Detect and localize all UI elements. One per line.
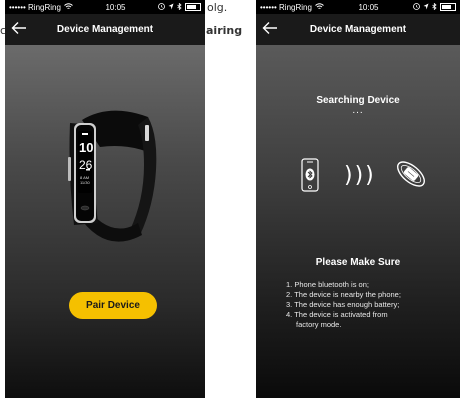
carrier-label: •••••• RingRing <box>9 2 61 12</box>
left-phone-screen: •••••• RingRing 10:05 Device Management <box>5 0 205 398</box>
alarm-icon <box>158 2 165 12</box>
nav-bar: Device Management <box>5 14 205 45</box>
status-bar: •••••• RingRing 10:05 <box>5 0 205 14</box>
wifi-icon <box>64 2 73 12</box>
page-title: Device Management <box>56 24 154 35</box>
page-title: Device Management <box>309 24 407 35</box>
searching-dots: ... <box>352 105 364 116</box>
clock-time: 10:05 <box>358 2 379 12</box>
location-icon <box>168 3 174 12</box>
bluetooth-status-icon <box>177 2 182 12</box>
pair-device-button[interactable]: Pair Device <box>69 292 157 319</box>
list-item: 4. The device is activated from <box>286 310 388 319</box>
list-item: 3. The device has enough battery; <box>286 300 400 309</box>
location-icon <box>423 3 429 12</box>
background-snippet-top: olg. <box>207 1 228 14</box>
carrier-label: •••••• RingRing <box>260 2 312 12</box>
wifi-icon <box>315 2 324 12</box>
battery-icon <box>185 3 201 11</box>
checklist: 1. Phone bluetooth is on; 2. The device … <box>286 280 401 330</box>
band-screen-date-label: 11/30 <box>80 180 90 185</box>
battery-icon <box>440 3 456 11</box>
fitness-band-image: 10 26 8 AM 11/30 <box>60 95 160 255</box>
status-bar: •••••• RingRing 10:05 <box>256 0 460 14</box>
list-item: factory mode. <box>296 320 342 329</box>
back-arrow-icon[interactable] <box>11 19 27 39</box>
signal-waves-icon: ))) <box>344 163 376 188</box>
right-phone-screen: •••••• RingRing 10:05 Device Management … <box>256 0 460 398</box>
band-screen-minute: 26 <box>79 158 93 172</box>
phone-bluetooth-icon <box>301 158 319 197</box>
fitness-band-icon <box>393 155 429 198</box>
band-screen-hour: 10 <box>79 140 94 155</box>
nav-bar: Device Management <box>256 14 460 45</box>
clock-time: 10:05 <box>105 2 126 12</box>
please-make-sure-title: Please Make Sure <box>315 257 401 268</box>
back-arrow-icon[interactable] <box>262 19 278 39</box>
background-snippet-mid: airing <box>206 24 243 37</box>
alarm-icon <box>413 2 420 12</box>
list-item: 2. The device is nearby the phone; <box>286 290 401 299</box>
bluetooth-status-icon <box>432 2 437 12</box>
list-item: 1. Phone bluetooth is on; <box>286 280 369 289</box>
